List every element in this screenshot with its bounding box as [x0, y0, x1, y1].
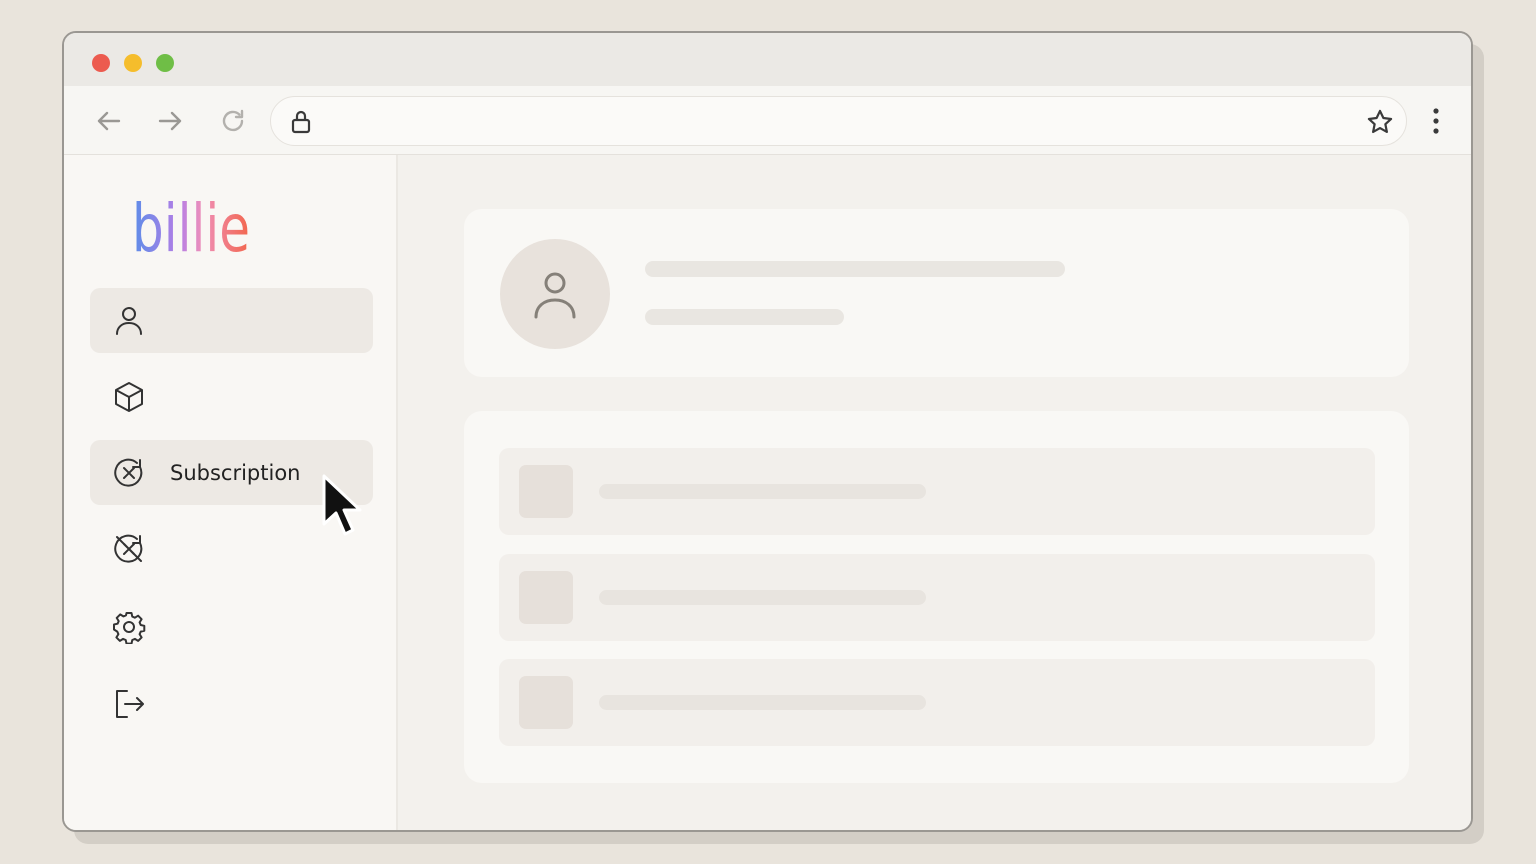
- mouse-cursor-icon: [322, 474, 362, 536]
- star-icon[interactable]: [1366, 108, 1394, 136]
- arrow-right-icon: [158, 111, 182, 131]
- list-card: [464, 411, 1409, 783]
- forward-button[interactable]: [155, 106, 185, 136]
- box-icon: [115, 382, 143, 412]
- close-window-button[interactable]: [92, 54, 110, 72]
- title-bar: [64, 33, 1471, 86]
- cancel-subscription-icon: [114, 534, 143, 563]
- kebab-menu-icon: [1433, 108, 1439, 134]
- avatar[interactable]: [500, 239, 610, 349]
- svg-text:billie: billie: [132, 190, 250, 258]
- list-item-thumbnail: [519, 676, 573, 729]
- lock-icon: [291, 110, 311, 134]
- list-item[interactable]: [499, 554, 1375, 641]
- gear-icon: [113, 612, 146, 644]
- billie-logo: billie: [132, 190, 250, 258]
- maximize-window-button[interactable]: [156, 54, 174, 72]
- minimize-window-button[interactable]: [124, 54, 142, 72]
- user-icon: [116, 307, 142, 335]
- user-icon: [534, 272, 576, 319]
- sidebar-item-products[interactable]: [90, 364, 373, 429]
- list-item-thumbnail: [519, 571, 573, 624]
- address-bar[interactable]: [270, 96, 1407, 146]
- main-content: [398, 155, 1471, 830]
- logout-icon: [116, 690, 144, 718]
- list-item-text-placeholder: [599, 695, 926, 710]
- browser-menu-button[interactable]: [1426, 106, 1446, 136]
- sidebar-item-profile[interactable]: [90, 288, 373, 353]
- list-item[interactable]: [499, 659, 1375, 746]
- subscription-icon: [114, 458, 143, 487]
- browser-toolbar: [64, 86, 1471, 155]
- browser-window: billie Subscription: [62, 31, 1473, 832]
- profile-detail-placeholder: [645, 309, 844, 325]
- list-item-thumbnail: [519, 465, 573, 518]
- reload-button[interactable]: [218, 106, 248, 136]
- sidebar-item-settings[interactable]: [90, 594, 373, 659]
- profile-name-placeholder: [645, 261, 1065, 277]
- back-button[interactable]: [94, 106, 124, 136]
- list-item-text-placeholder: [599, 590, 926, 605]
- arrow-left-icon: [97, 111, 121, 131]
- list-item-text-placeholder: [599, 484, 926, 499]
- profile-card: [464, 209, 1409, 377]
- sidebar-item-label: Subscription: [170, 461, 301, 485]
- sidebar-item-logout[interactable]: [90, 671, 373, 736]
- reload-icon: [222, 109, 244, 132]
- list-item[interactable]: [499, 448, 1375, 535]
